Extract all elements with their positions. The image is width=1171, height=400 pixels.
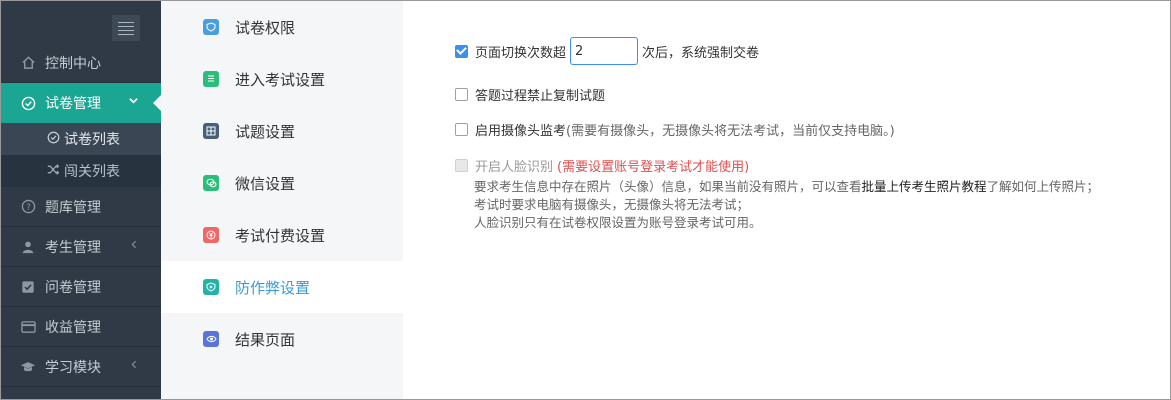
menu-item-label: 微信设置 bbox=[235, 174, 296, 193]
checkbox-icon bbox=[19, 278, 37, 296]
yen-icon bbox=[203, 227, 219, 243]
sidebar-subitem-challenge-list[interactable]: 闯关列表 bbox=[1, 155, 161, 187]
face-recognition-row: 开启人脸识别 (需要设置账号登录考试才能使用) bbox=[455, 156, 749, 175]
sidebar-subitem-label: 闯关列表 bbox=[64, 164, 120, 180]
shield-icon bbox=[203, 19, 219, 35]
sidebar: 控制中心 试卷管理 试卷列表 闯关列表 ? 题库管理 考生管理 问卷管理 收益管… bbox=[1, 1, 161, 399]
card-icon bbox=[19, 318, 37, 336]
camera-note: (需要有摄像头，无摄像头将无法考试，当前仅支持电脑。) bbox=[566, 124, 895, 139]
sidebar-item-label: 试卷管理 bbox=[45, 96, 101, 112]
menu-item-label: 试卷权限 bbox=[235, 18, 296, 37]
page-switch-checkbox[interactable] bbox=[455, 44, 468, 58]
home-icon bbox=[19, 54, 37, 72]
sidebar-subitem-label: 试卷列表 bbox=[64, 132, 120, 148]
menu-item-label: 防作弊设置 bbox=[235, 278, 311, 297]
graduation-cap-icon bbox=[19, 358, 37, 376]
face-recognition-checkbox[interactable] bbox=[455, 159, 468, 172]
sidebar-item-label: 学习模块 bbox=[45, 359, 101, 376]
menu-item-label: 结果页面 bbox=[235, 330, 296, 349]
camera-label: 启用摄像头监考 bbox=[475, 124, 567, 139]
menu-item-payment-settings[interactable]: 考试付费设置 bbox=[161, 209, 403, 261]
help-line-1-text: 要求考生信息中存在照片（头像）信息，如果当前没有照片，可以查看 bbox=[474, 179, 862, 194]
sidebar-item-survey-management[interactable]: 问卷管理 bbox=[1, 267, 161, 307]
sidebar-item-label: 考生管理 bbox=[45, 239, 101, 256]
check-circle-icon bbox=[19, 94, 37, 112]
help-line-1: 要求考生信息中存在照片（头像）信息，如果当前没有照片，可以查看批量上传考生照片教… bbox=[474, 178, 1099, 196]
menu-item-exam-permission[interactable]: 试卷权限 bbox=[161, 1, 403, 53]
face-recognition-help: 要求考生信息中存在照片（头像）信息，如果当前没有照片，可以查看批量上传考生照片教… bbox=[474, 178, 1099, 232]
sidebar-item-question-bank[interactable]: ? 题库管理 bbox=[1, 187, 161, 227]
check-circle-icon bbox=[47, 131, 60, 148]
user-icon bbox=[19, 238, 37, 256]
face-recognition-label: 开启人脸识别 bbox=[475, 160, 554, 175]
menu-item-result-page[interactable]: 结果页面 bbox=[161, 313, 403, 365]
chevron-left-icon bbox=[129, 239, 139, 253]
sidebar-item-revenue-management[interactable]: 收益管理 bbox=[1, 307, 161, 347]
menu-item-anti-cheat-settings[interactable]: 防作弊设置 bbox=[161, 261, 403, 313]
question-circle-icon: ? bbox=[19, 198, 37, 216]
app-frame: 控制中心 试卷管理 试卷列表 闯关列表 ? 题库管理 考生管理 问卷管理 收益管… bbox=[0, 0, 1171, 400]
no-copy-checkbox[interactable] bbox=[455, 88, 468, 101]
sidebar-item-learning-module[interactable]: 学习模块 bbox=[1, 347, 161, 387]
face-recognition-warning: (需要设置账号登录考试才能使用) bbox=[557, 160, 750, 175]
settings-menu: 试卷权限 进入考试设置 试题设置 微信设置 考试付费设置 防作弊设置 结果页面 bbox=[161, 1, 403, 399]
page-switch-suffix: 次后，系统强制交卷 bbox=[642, 45, 760, 61]
menu-item-wechat-settings[interactable]: 微信设置 bbox=[161, 157, 403, 209]
sidebar-item-label: 题库管理 bbox=[45, 199, 101, 216]
eye-icon bbox=[203, 331, 219, 347]
shield-plus-icon bbox=[203, 279, 219, 295]
no-copy-row: 答题过程禁止复制试题 bbox=[455, 85, 605, 104]
hamburger-menu-icon[interactable] bbox=[112, 15, 140, 41]
anti-cheat-settings-panel: 页面切换次数超 次后，系统强制交卷 答题过程禁止复制试题 启用摄像头监考 (需要… bbox=[403, 1, 1170, 399]
document-icon bbox=[203, 71, 219, 87]
sidebar-item-exam-management[interactable]: 试卷管理 bbox=[1, 83, 161, 123]
help-line-1-tail: 了解如何上传照片； bbox=[986, 179, 1100, 194]
no-copy-label: 答题过程禁止复制试题 bbox=[475, 89, 606, 104]
upload-photos-tutorial-link[interactable]: 批量上传考生照片教程 bbox=[862, 179, 987, 194]
chevron-down-icon bbox=[128, 95, 139, 109]
page-switch-label: 页面切换次数超 bbox=[475, 45, 567, 61]
menu-item-label: 试题设置 bbox=[235, 122, 296, 141]
menu-item-label: 考试付费设置 bbox=[235, 226, 326, 245]
camera-row: 启用摄像头监考 (需要有摄像头，无摄像头将无法考试，当前仅支持电脑。) bbox=[455, 120, 895, 139]
sidebar-submenu: 试卷列表 闯关列表 bbox=[1, 123, 161, 187]
page-switch-row: 页面切换次数超 次后，系统强制交卷 bbox=[455, 37, 759, 65]
menu-item-question-settings[interactable]: 试题设置 bbox=[161, 105, 403, 157]
sidebar-item-label: 收益管理 bbox=[45, 319, 101, 336]
menu-item-enter-exam-settings[interactable]: 进入考试设置 bbox=[161, 53, 403, 105]
sidebar-item-label: 问卷管理 bbox=[45, 279, 101, 296]
shuffle-icon bbox=[47, 163, 60, 180]
sidebar-topbar bbox=[1, 1, 161, 43]
svg-text:?: ? bbox=[26, 202, 30, 212]
help-line-3: 人脸识别只有在试卷权限设置为账号登录考试可用。 bbox=[474, 215, 762, 230]
page-switch-count-input[interactable] bbox=[570, 37, 639, 65]
sidebar-item-control-center[interactable]: 控制中心 bbox=[1, 43, 161, 83]
grid-icon bbox=[203, 123, 219, 139]
help-line-2: 考试时要求电脑有摄像头，无摄像头将无法考试； bbox=[474, 197, 750, 212]
sidebar-subitem-exam-list[interactable]: 试卷列表 bbox=[1, 123, 161, 155]
sidebar-item-candidate-management[interactable]: 考生管理 bbox=[1, 227, 161, 267]
sidebar-item-label: 控制中心 bbox=[45, 55, 101, 72]
wechat-icon bbox=[203, 175, 219, 191]
camera-checkbox[interactable] bbox=[455, 123, 468, 136]
chevron-left-icon bbox=[129, 359, 139, 373]
menu-item-label: 进入考试设置 bbox=[235, 70, 326, 89]
